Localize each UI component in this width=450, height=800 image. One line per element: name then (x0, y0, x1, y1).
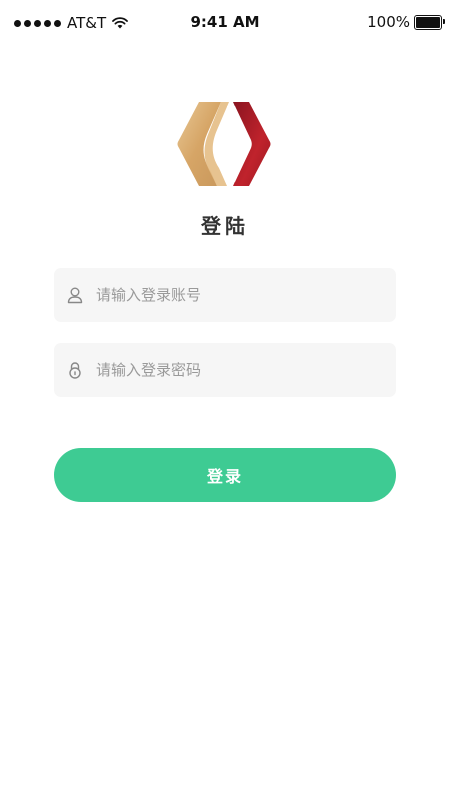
battery-icon (414, 14, 445, 30)
login-screen: AT&T 9:41 AM 100% 登陆 请输入登录账号 登录 (0, 0, 450, 800)
battery-percent: 100% (367, 13, 410, 31)
login-button[interactable]: 登录 (54, 448, 396, 502)
status-bar: AT&T 9:41 AM 100% (0, 0, 450, 44)
account-input[interactable] (94, 267, 396, 323)
password-input[interactable] (94, 342, 396, 398)
user-icon (66, 285, 84, 305)
battery-fill (416, 16, 440, 28)
page-title: 登陆 (201, 214, 249, 238)
status-right: 100% (367, 13, 445, 31)
brand-logo (177, 102, 271, 186)
lock-icon (66, 360, 84, 380)
password-field[interactable] (54, 342, 396, 398)
account-field[interactable] (54, 267, 396, 323)
